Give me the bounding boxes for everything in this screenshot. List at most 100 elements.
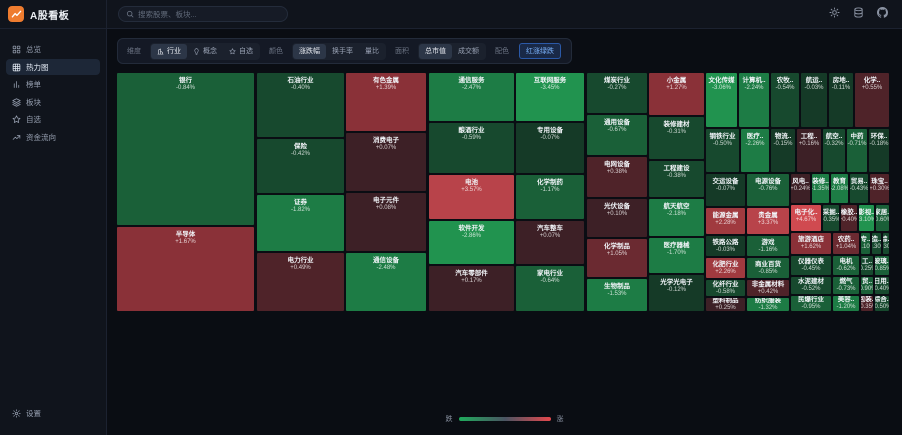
treemap-tile[interactable]: 医疗器械 -1.70%	[649, 238, 704, 273]
treemap-tile[interactable]: 生物制品 -1.53%	[587, 279, 647, 311]
treemap-tile[interactable]: 贸..-0.90%	[861, 277, 873, 294]
treemap-tile[interactable]: 软件开发 -2.86%	[429, 221, 514, 264]
treemap-tile[interactable]: 化学制品 +1.05%	[587, 239, 647, 277]
toolbar-option-成交额[interactable]: 成交额	[452, 44, 485, 59]
treemap-tile[interactable]: 非金属材料 +0.42%	[747, 280, 789, 296]
treemap-tile[interactable]: 游戏 -1.16%	[747, 236, 789, 256]
toolbar-option-概念[interactable]: 概念	[187, 44, 223, 59]
treemap-tile[interactable]: 消费电子 +0.07%	[346, 133, 426, 191]
treemap-tile[interactable]: 中药 -0.71%	[847, 129, 867, 172]
treemap-tile[interactable]: 光伏设备 +0.10%	[587, 199, 647, 237]
treemap-tile[interactable]: 通信服务 -2.47%	[429, 73, 514, 121]
treemap-tile[interactable]: 通用设备 -0.67%	[587, 115, 647, 155]
treemap-tile[interactable]: 仪器仪表 -0.45%	[791, 256, 831, 275]
data-button[interactable]	[851, 7, 866, 22]
treemap-tile[interactable]: 煤炭行业 -0.27%	[587, 73, 647, 113]
treemap-tile[interactable]: 珠宝.. +0.30%	[870, 174, 889, 203]
treemap-tile[interactable]: 通信设备 -2.48%	[346, 253, 426, 311]
treemap-tile[interactable]: 石油行业 -0.40%	[257, 73, 344, 137]
toolbar-option-总市值[interactable]: 总市值	[419, 43, 452, 59]
treemap-tile[interactable]: 文化传媒 -3.06%	[706, 73, 737, 127]
treemap-tile[interactable]: 电力行业 +0.49%	[257, 253, 344, 311]
treemap-tile[interactable]: 综合..-0.50%	[875, 296, 889, 311]
treemap-tile[interactable]: 影视..-3.10%	[859, 205, 874, 231]
search-input[interactable]	[138, 9, 280, 19]
treemap-tile[interactable]: 装修..-1.35%	[812, 174, 829, 203]
treemap-tile[interactable]: 采掘..-0.35%	[823, 205, 839, 231]
treemap-tile[interactable]: 化学制药 -1.17%	[516, 175, 584, 219]
treemap-tile[interactable]: 银行 -0.84%	[117, 73, 254, 225]
treemap-tile[interactable]: 化学.. +0.55%	[855, 73, 889, 127]
treemap-tile[interactable]: 有色金属 +1.39%	[346, 73, 426, 131]
github-button[interactable]	[875, 7, 890, 22]
treemap-tile[interactable]: 光学光电子 -0.12%	[649, 275, 704, 311]
treemap-tile[interactable]: 风电.. +0.24%	[791, 174, 810, 203]
treemap-tile[interactable]: 医疗.. -2.26%	[741, 129, 769, 172]
treemap-tile[interactable]: 专..-1.10%	[861, 233, 870, 254]
sidebar-item-overview[interactable]: 总览	[6, 42, 100, 58]
treemap-tile[interactable]: 贵金属 +3.37%	[747, 208, 789, 234]
treemap-tile[interactable]: 旅游酒店 +1.62%	[791, 233, 831, 254]
toolbar-option-自选[interactable]: 自选	[223, 44, 259, 59]
treemap-tile[interactable]: 电源设备 -0.76%	[747, 174, 789, 206]
treemap-tile[interactable]: 贸易.. -0.43%	[850, 174, 868, 203]
treemap-tile[interactable]: 航空.. -0.32%	[823, 129, 845, 172]
treemap-tile[interactable]: 交运设备 -0.07%	[706, 174, 745, 206]
treemap-tile[interactable]: 民爆行业 -0.95%	[791, 296, 831, 311]
treemap-tile[interactable]: 物流.. -0.15%	[771, 129, 795, 172]
treemap-tile[interactable]: 工..-0.25%	[861, 256, 873, 275]
treemap-tile[interactable]: 日用..-0.40%	[875, 277, 889, 294]
treemap-tile[interactable]: 航运.. -0.03%	[801, 73, 827, 127]
treemap-tile[interactable]: 半导体 +1.67%	[117, 227, 254, 311]
treemap-tile[interactable]: 房地.. -0.11%	[829, 73, 853, 127]
treemap-tile[interactable]: 化肥行业 +2.26%	[706, 258, 745, 278]
sidebar-item-watchlist[interactable]: 自选	[6, 112, 100, 128]
treemap-tile[interactable]: 塑料制品 +0.25%	[706, 298, 745, 311]
treemap-tile[interactable]: 酿酒行业 -0.59%	[429, 123, 514, 173]
treemap-tile[interactable]: 小金属 +1.27%	[649, 73, 704, 115]
treemap-tile[interactable]: 综..-0.30%	[883, 233, 889, 254]
sidebar-item-fund-flow[interactable]: 资金流向	[6, 129, 100, 145]
treemap-tile[interactable]: 能源金属 +2.28%	[706, 208, 745, 234]
treemap-tile[interactable]: 电机 -0.62%	[833, 256, 859, 275]
treemap-tile[interactable]: 专用设备 -0.07%	[516, 123, 584, 173]
treemap-tile[interactable]: 钢铁行业 -0.50%	[706, 129, 739, 172]
toolbar-option-红涨绿跌[interactable]: 红涨绿跌	[519, 43, 561, 59]
treemap-tile[interactable]: 环保.. -0.18%	[869, 129, 889, 172]
toolbar-option-行业[interactable]: 行业	[151, 43, 187, 59]
treemap-tile[interactable]: 燃气 -0.73%	[833, 277, 859, 294]
search-box[interactable]	[118, 6, 288, 22]
treemap-tile[interactable]: 包装..+0.35%	[861, 296, 873, 311]
treemap-tile[interactable]: 电子元件 +0.08%	[346, 193, 426, 251]
sidebar-item-heatmap[interactable]: 热力图	[6, 59, 100, 75]
treemap-tile[interactable]: 工程.. +0.16%	[797, 129, 821, 172]
treemap-tile[interactable]: 农药.. +1.04%	[833, 233, 859, 254]
treemap-tile[interactable]: 美容.. -1.20%	[833, 296, 859, 311]
toolbar-option-量比[interactable]: 量比	[359, 44, 385, 59]
treemap-tile[interactable]: 纺织服装 -1.32%	[747, 298, 789, 311]
treemap-tile[interactable]: 水泥建材 -0.52%	[791, 277, 831, 294]
treemap-tile[interactable]: 铁路公路 -0.03%	[706, 236, 745, 256]
treemap-tile[interactable]: 商业百货 -0.85%	[747, 258, 789, 278]
treemap-tile[interactable]: 计算机.. -2.24%	[739, 73, 769, 127]
treemap-tile[interactable]: 航天航空 -2.18%	[649, 199, 704, 236]
treemap-tile[interactable]: 电子化.. +4.67%	[791, 205, 821, 231]
treemap-tile[interactable]: 农牧.. -0.54%	[771, 73, 799, 127]
treemap-tile[interactable]: 橡胶..+0.40%	[841, 205, 857, 231]
treemap-tile[interactable]: 电池 +3.57%	[429, 175, 514, 219]
treemap-tile[interactable]: 造..-0.30%	[872, 233, 881, 254]
sidebar-item-settings[interactable]: 设置	[6, 406, 100, 422]
treemap-tile[interactable]: 互联网服务 -3.45%	[516, 73, 584, 121]
treemap-tile[interactable]: 家电行业 -0.64%	[516, 266, 584, 311]
treemap-tile[interactable]: 保险 -0.42%	[257, 139, 344, 193]
treemap-tile[interactable]: 家居..-0.60%	[876, 205, 889, 231]
treemap-tile[interactable]: 工程建设 -0.38%	[649, 161, 704, 197]
treemap-tile[interactable]: 教育-2.08%	[831, 174, 848, 203]
treemap-tile[interactable]: 电网设备 +0.38%	[587, 157, 647, 197]
treemap-tile[interactable]: 玻璃..-0.85%	[875, 256, 889, 275]
treemap-tile[interactable]: 汽车整车 +0.07%	[516, 221, 584, 264]
toolbar-option-涨跌幅[interactable]: 涨跌幅	[293, 43, 326, 59]
sidebar-item-ranking[interactable]: 榜单	[6, 77, 100, 93]
treemap-tile[interactable]: 装修建材 -0.31%	[649, 117, 704, 159]
treemap-tile[interactable]: 证券 -1.82%	[257, 195, 344, 251]
